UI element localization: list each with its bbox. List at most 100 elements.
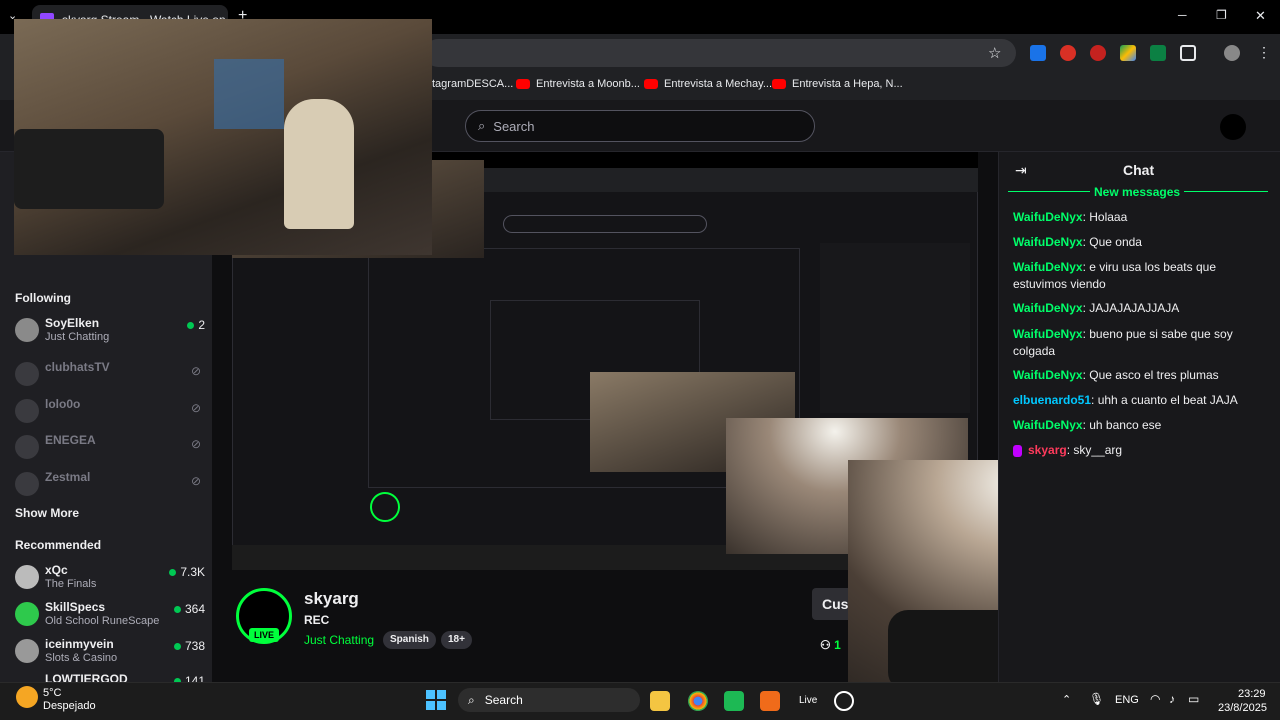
search-icon: ⌕ [468, 692, 475, 707]
chat-text: JAJAJAJAJJAJA [1089, 301, 1180, 315]
language-indicator[interactable]: ENG [1115, 694, 1139, 706]
mirror-avatar [370, 492, 400, 522]
offline-icon: ⊘ [190, 474, 201, 488]
microphone-icon[interactable]: 🎙 [1089, 692, 1104, 706]
maximize-button[interactable]: ❐ [1216, 8, 1227, 22]
viewer-count: 7.3K [169, 565, 205, 579]
channel-game: Just Chatting [45, 331, 110, 343]
taskbar-search[interactable]: ⌕ Search [458, 688, 640, 712]
sidebar-channel[interactable]: ENEGEA ⊘ [15, 433, 205, 465]
sidebar-channel[interactable]: SoyElken Just Chatting 2 [15, 316, 205, 348]
bookmark-item[interactable]: Entrevista a Hepa, N... [772, 78, 903, 90]
sidebar-channel[interactable]: LOWTIERGOD 141 [15, 672, 205, 682]
chat-username[interactable]: skyarg [1028, 443, 1067, 457]
avatar [15, 472, 39, 496]
sidebar-channel[interactable]: SkillSpecs Old School RuneScape 364 [15, 600, 205, 632]
chat-username[interactable]: WaifuDeNyx [1013, 210, 1083, 224]
offline-icon: ⊘ [190, 401, 201, 415]
mirror-search [503, 215, 707, 233]
chat-message: WaifuDeNyx: Que onda [1013, 235, 1142, 249]
chat-username[interactable]: WaifuDeNyx [1013, 301, 1083, 315]
avatar [15, 639, 39, 663]
collapse-chat-icon[interactable]: ⇥ [1015, 162, 1027, 179]
offline-icon: ⊘ [190, 437, 201, 451]
channel-name: clubhatsTV [45, 360, 110, 374]
search-icon: ⌕ [478, 118, 486, 133]
file-explorer-icon[interactable] [650, 691, 670, 711]
tag-age[interactable]: 18+ [441, 631, 472, 649]
chat-username[interactable]: WaifuDeNyx [1013, 368, 1083, 382]
weather-icon[interactable] [16, 686, 38, 708]
avatar [15, 318, 39, 342]
sidebar-channel[interactable]: xQc The Finals 7.3K [15, 563, 205, 595]
clock-time[interactable]: 23:29 [1238, 688, 1266, 700]
viewer-count: ⚇ 1 [820, 638, 841, 652]
fl-studio-icon[interactable] [760, 691, 780, 711]
chrome-icon[interactable] [688, 691, 708, 711]
sidebar-channel[interactable]: Zestmal ⊘ [15, 470, 205, 502]
extension-icon[interactable] [1030, 45, 1046, 61]
avatar [15, 565, 39, 589]
extension-badge-icon[interactable] [1090, 45, 1106, 61]
app-icon[interactable] [724, 691, 744, 711]
search-input[interactable]: ⌕ Search [465, 110, 815, 142]
sidebar-channel[interactable]: lolo0o ⊘ [15, 397, 205, 429]
chat-title: Chat [1123, 162, 1155, 178]
youtube-icon [516, 79, 530, 89]
browser-menu-icon[interactable]: ⋮ [1257, 44, 1271, 61]
battery-icon[interactable]: ▭ [1188, 692, 1199, 706]
chat-text: Holaaa [1089, 210, 1128, 224]
bookmark-label: Entrevista a Hepa, N... [792, 78, 903, 90]
new-messages-label: New messages [1090, 185, 1185, 199]
avatar [15, 399, 39, 423]
viewer-count: 738 [174, 639, 205, 653]
profile-avatar[interactable] [1224, 45, 1240, 61]
media-player-icon[interactable] [834, 691, 854, 711]
viewers-icon: ⚇ [820, 638, 835, 652]
bookmark-item[interactable]: tagramDESCA... [432, 78, 513, 90]
bookmark-item[interactable]: Entrevista a Moonb... [516, 78, 640, 90]
avatar [15, 435, 39, 459]
person-shape [284, 99, 354, 229]
chat-text: uh banco ese [1089, 418, 1162, 432]
user-avatar[interactable] [1220, 114, 1246, 140]
channel-name[interactable]: skyarg [304, 589, 359, 609]
sidebar-channel[interactable]: iceinmyvein Slots & Casino 738 [15, 637, 205, 669]
tag-language[interactable]: Spanish [383, 631, 436, 649]
weather-temp: 5°C [43, 687, 62, 699]
stream-title: REC [304, 613, 330, 627]
viewer-count: 364 [174, 602, 205, 616]
close-window-button[interactable]: ✕ [1255, 8, 1266, 24]
chat-text: Que asco el tres plumas [1089, 368, 1219, 382]
show-more-link[interactable]: Show More [15, 506, 79, 520]
bookmark-star-icon[interactable]: ☆ [988, 44, 1001, 62]
clock-date[interactable]: 23/8/2025 [1218, 702, 1267, 714]
tray-chevron-icon[interactable]: ⌃ [1062, 693, 1071, 706]
record-extension-icon[interactable] [1060, 45, 1076, 61]
live-app-icon[interactable]: Live [799, 695, 817, 706]
customize-button[interactable]: Cus [812, 588, 848, 620]
chat-username[interactable]: WaifuDeNyx [1013, 418, 1083, 432]
mirror-chat [820, 243, 970, 413]
wifi-icon[interactable]: ◠ [1150, 692, 1160, 706]
address-bar[interactable] [424, 39, 1016, 67]
bookmark-item[interactable]: Entrevista a Mechay... [644, 78, 772, 90]
weather-desc: Despejado [43, 700, 96, 712]
stream-category-link[interactable]: Just Chatting [304, 633, 374, 647]
chat-username[interactable]: WaifuDeNyx [1013, 327, 1083, 341]
windows-start-icon[interactable] [426, 690, 446, 710]
taskbar-search-label: Search [484, 693, 523, 707]
chat-username[interactable]: elbuenardo51 [1013, 393, 1091, 407]
sofa-shape [14, 129, 164, 209]
sidebar-channel[interactable]: clubhatsTV ⊘ [15, 360, 205, 392]
chat-username[interactable]: WaifuDeNyx [1013, 260, 1083, 274]
bookmark-label: Entrevista a Moonb... [536, 78, 640, 90]
extension-check-icon[interactable] [1150, 45, 1166, 61]
drive-icon[interactable] [1120, 45, 1136, 61]
chat-username[interactable]: WaifuDeNyx [1013, 235, 1083, 249]
recommended-header: Recommended [15, 538, 102, 552]
minimize-button[interactable]: ─ [1178, 8, 1187, 22]
extensions-puzzle-icon[interactable] [1180, 45, 1196, 61]
channel-name: iceinmyvein [45, 637, 114, 651]
volume-icon[interactable]: ♪ [1169, 692, 1175, 706]
